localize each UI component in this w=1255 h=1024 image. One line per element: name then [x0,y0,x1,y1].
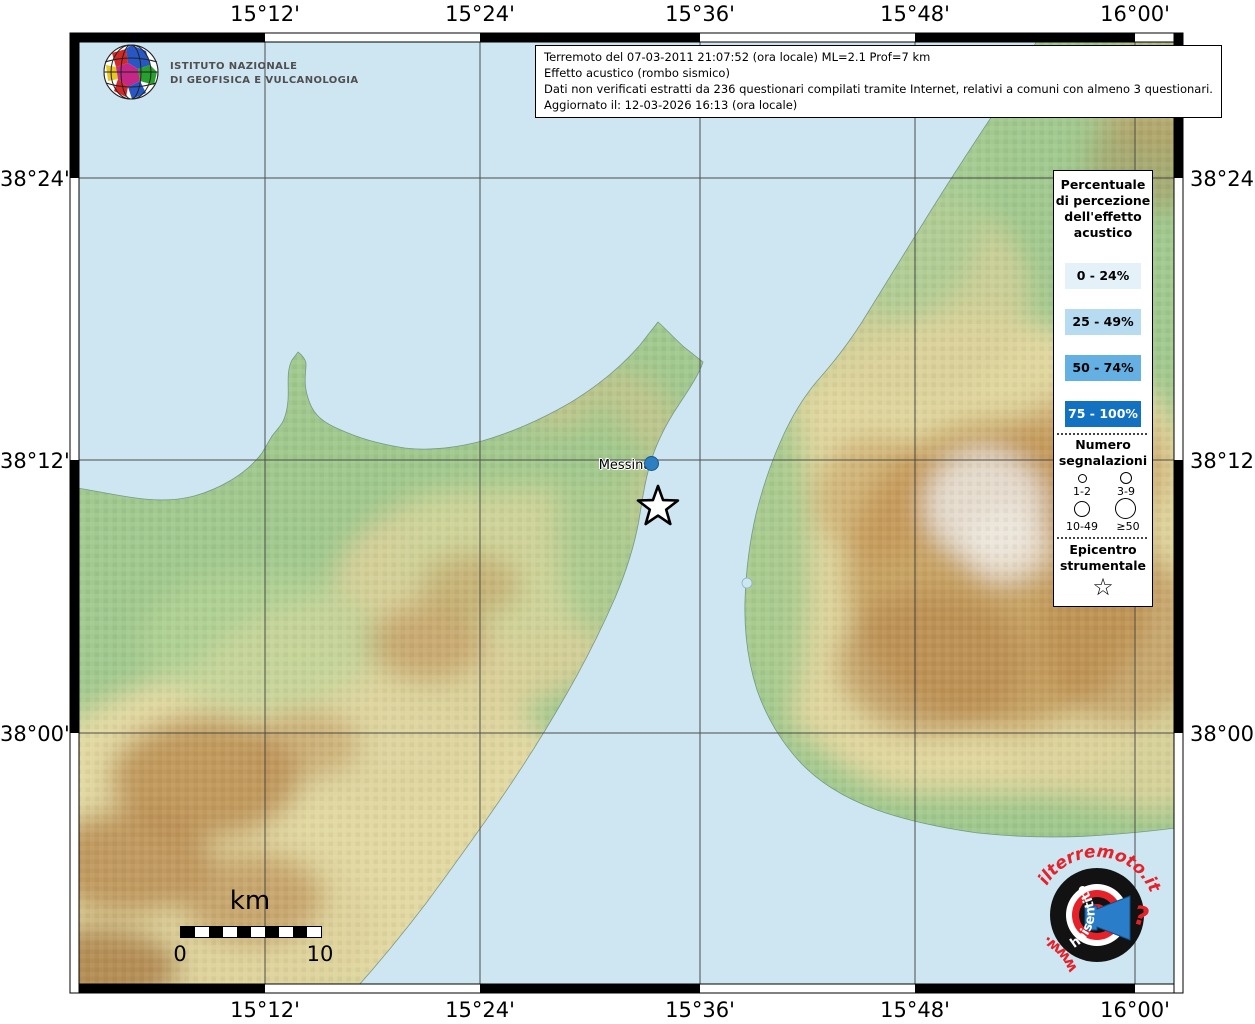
event-info-box: Terremoto del 07-03-2011 21:07:52 (ora l… [535,45,1222,118]
ingv-logo-icon [98,39,164,105]
legend-title-line3: dell'effetto [1054,209,1152,224]
report-size-icon-3-9 [1120,472,1132,484]
axis-label-bottom-4: 15°48' [870,998,960,1022]
epicenter-star-icon [634,483,682,531]
legend-class-50-74: 50 - 74% [1065,355,1141,381]
axis-label-top-2: 15°24' [435,2,525,26]
report-bin-label-1: 1-2 [1062,485,1102,498]
event-info-line4: Aggiornato il: 12-03-2026 16:13 (ora loc… [544,97,1213,113]
legend-separator-2 [1057,537,1147,539]
report-bin-label-3: 10-49 [1060,520,1104,533]
legend-panel: Percentuale di percezione dell'effetto a… [1053,170,1153,607]
event-info-line2: Effetto acustico (rombo sismico) [544,65,1213,81]
event-info-line1: Terremoto del 07-03-2011 21:07:52 (ora l… [544,49,1213,65]
legend-title-line1: Percentuale [1054,177,1152,192]
report-size-icon-50plus [1115,498,1136,519]
legend-title-line4: acustico [1054,225,1152,240]
axis-label-left-2: 38°12' [0,449,64,473]
legend-title-line2: di percezione [1054,193,1152,208]
report-bin-label-4: ≥50 [1108,520,1148,533]
event-info-line3: Dati non verificati estratti da 236 ques… [544,81,1213,97]
report-size-icon-10-49 [1074,501,1090,517]
legend-epicenter-line2: strumentale [1054,558,1152,573]
axis-label-right-3: 38°00' [1190,722,1255,746]
ingv-name-line2: DI GEOFISICA E VULCANOLOGIA [170,74,359,88]
report-dot-messina [644,456,659,471]
macroseismic-map-page: ? ilterremoto.it haisentito www. [0,0,1255,1024]
axis-label-right-2: 38°12' [1190,449,1255,473]
axis-label-bottom-3: 15°36' [655,998,745,1022]
legend-separator-1 [1057,433,1147,435]
coastal-lake [742,578,752,588]
axis-label-top-1: 15°12' [220,2,310,26]
legend-class-0-24: 0 - 24% [1065,263,1141,289]
report-size-icon-1-2 [1078,474,1087,483]
scale-bar [180,926,322,938]
legend-epicenter-line1: Epicentro [1054,542,1152,557]
legend-reports-title-line1: Numero [1054,437,1152,452]
axis-label-bottom-1: 15°12' [220,998,310,1022]
axis-label-top-5: 16°00' [1090,2,1180,26]
axis-label-bottom-5: 16°00' [1090,998,1180,1022]
legend-class-25-49: 25 - 49% [1065,309,1141,335]
scale-unit-label: km [200,886,300,916]
axis-label-top-4: 15°48' [870,2,960,26]
axis-label-top-3: 15°36' [655,2,745,26]
legend-class-75-100: 75 - 100% [1065,401,1141,427]
ingv-name: ISTITUTO NAZIONALE DI GEOFISICA E VULCAN… [170,60,359,88]
axis-label-left-3: 38°00' [0,722,64,746]
scale-min-label: 0 [172,942,188,966]
report-bin-label-2: 3-9 [1106,485,1146,498]
axis-label-bottom-2: 15°24' [435,998,525,1022]
scale-max-label: 10 [306,942,334,966]
axis-label-right-1: 38°24' [1190,167,1255,191]
legend-reports-title-line2: segnalazioni [1054,453,1152,468]
ingv-name-line1: ISTITUTO NAZIONALE [170,60,359,74]
legend-epicenter-star-icon: ☆ [1054,573,1152,601]
axis-label-left-1: 38°24' [0,167,64,191]
